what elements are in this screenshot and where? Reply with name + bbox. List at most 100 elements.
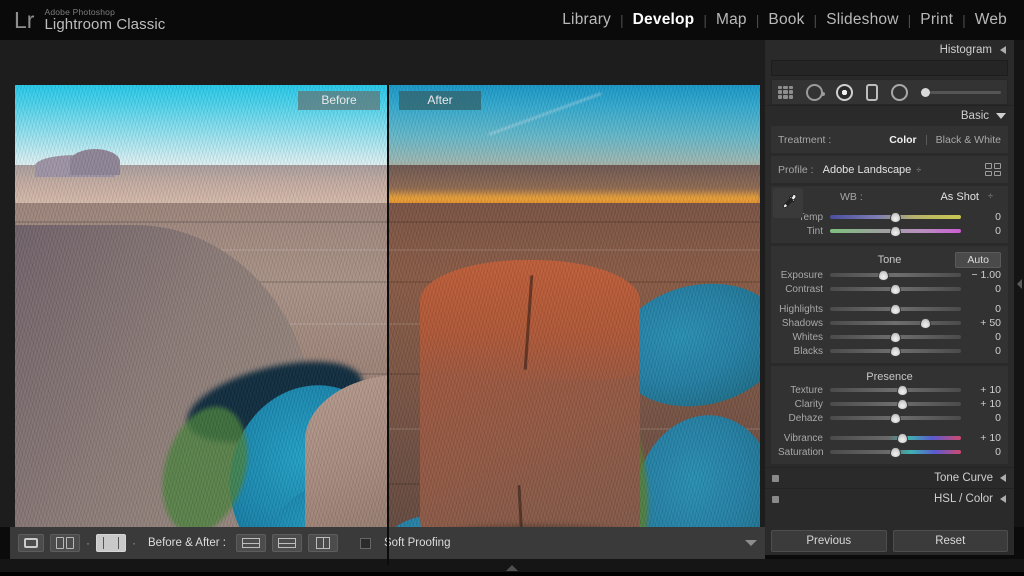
spot-removal-icon[interactable] [806, 84, 823, 101]
slider-value[interactable]: 0 [961, 331, 1001, 343]
previous-button[interactable]: Previous [771, 530, 887, 552]
panel-switch-icon[interactable] [772, 496, 779, 503]
slider-knob[interactable] [890, 413, 901, 424]
toolbar-dropdown-icon[interactable] [745, 540, 757, 546]
before-after-divider[interactable] [387, 85, 389, 565]
image-viewer[interactable]: Before After [0, 40, 765, 527]
profile-browser-icon[interactable] [985, 163, 1001, 176]
panel-switch-icon[interactable] [772, 475, 779, 482]
red-eye-icon[interactable] [836, 84, 853, 101]
slider-knob[interactable] [897, 399, 908, 410]
radial-filter-icon[interactable] [891, 84, 908, 101]
slider-texture[interactable]: Texture + 10 [778, 383, 1001, 397]
slider-value[interactable]: − 1.00 [961, 269, 1001, 281]
module-web[interactable]: Web [966, 11, 1016, 29]
slider-vibrance[interactable]: Vibrance + 10 [778, 431, 1001, 445]
slider-knob[interactable] [878, 270, 889, 281]
slider-knob[interactable] [890, 284, 901, 295]
slider-dehaze[interactable]: Dehaze 0 [778, 411, 1001, 425]
slider-track[interactable] [830, 399, 961, 410]
module-print[interactable]: Print [911, 11, 962, 29]
slider-whites[interactable]: Whites 0 [778, 330, 1001, 344]
slider-value[interactable]: 0 [961, 345, 1001, 357]
slider-tint[interactable]: Tint 0 [778, 224, 1001, 238]
slider-value[interactable]: + 10 [961, 384, 1001, 396]
slider-track[interactable] [830, 332, 961, 343]
white-balance-value[interactable]: As Shot [940, 191, 979, 203]
module-map[interactable]: Map [707, 11, 756, 29]
chevron-down-icon[interactable] [996, 113, 1006, 119]
treatment-option-color[interactable]: Color [889, 134, 916, 146]
right-panel-toggle[interactable] [1014, 40, 1024, 527]
slider-track[interactable] [830, 433, 961, 444]
slider-track[interactable] [830, 284, 961, 295]
reset-button[interactable]: Reset [893, 530, 1009, 552]
slider-knob[interactable] [897, 385, 908, 396]
slider-value[interactable]: 0 [961, 303, 1001, 315]
before-after-top-bottom-icon[interactable] [308, 534, 338, 552]
auto-tone-button[interactable]: Auto [955, 252, 1001, 268]
slider-value[interactable]: 0 [961, 211, 1001, 223]
histogram-graph[interactable] [771, 60, 1008, 76]
compare-dropdown-icon[interactable]: · [86, 536, 90, 550]
slider-knob[interactable] [890, 346, 901, 357]
slider-track[interactable] [830, 318, 961, 329]
slider-value[interactable]: 0 [961, 283, 1001, 295]
graduated-filter-icon[interactable] [866, 84, 878, 101]
slider-knob[interactable] [897, 433, 908, 444]
slider-knob[interactable] [890, 447, 901, 458]
module-library[interactable]: Library [553, 11, 620, 29]
slider-clarity[interactable]: Clarity + 10 [778, 397, 1001, 411]
before-after-left-right-icon[interactable] [236, 534, 266, 552]
white-balance-dropdown-icon[interactable]: ÷ [988, 191, 993, 201]
before-after-split-icon[interactable] [272, 534, 302, 552]
slider-shadows[interactable]: Shadows + 50 [778, 316, 1001, 330]
slider-knob[interactable] [890, 332, 901, 343]
basic-header[interactable]: Basic [765, 105, 1014, 126]
slider-value[interactable]: 0 [961, 446, 1001, 458]
chevron-left-icon[interactable] [1000, 474, 1006, 482]
slider-exposure[interactable]: Exposure − 1.00 [778, 268, 1001, 282]
survey-view-icon[interactable] [96, 534, 126, 552]
profile-dropdown-icon[interactable]: ÷ [916, 165, 921, 175]
slider-track[interactable] [830, 270, 961, 281]
slider-knob[interactable] [890, 304, 901, 315]
slider-knob[interactable] [920, 318, 931, 329]
slider-knob[interactable] [890, 212, 901, 223]
chevron-left-icon[interactable] [1000, 46, 1006, 54]
adjustment-brush-icon[interactable] [921, 88, 1001, 97]
treatment-option-black-and-white[interactable]: Black & White [936, 134, 1001, 146]
profile-value[interactable]: Adobe Landscape [823, 164, 912, 176]
slider-blacks[interactable]: Blacks 0 [778, 344, 1001, 358]
slider-value[interactable]: 0 [961, 225, 1001, 237]
survey-dropdown-icon[interactable]: · [132, 536, 136, 550]
slider-value[interactable]: + 50 [961, 317, 1001, 329]
compare-view-icon[interactable] [50, 534, 80, 552]
module-book[interactable]: Book [759, 11, 813, 29]
slider-temp[interactable]: Temp 0 [778, 210, 1001, 224]
before-after-photo[interactable]: Before After [15, 85, 760, 565]
module-slideshow[interactable]: Slideshow [817, 11, 907, 29]
slider-knob[interactable] [890, 226, 901, 237]
chevron-left-icon[interactable] [1000, 495, 1006, 503]
module-develop[interactable]: Develop [624, 11, 704, 29]
soft-proofing-checkbox[interactable] [360, 538, 371, 549]
slider-track[interactable] [830, 212, 961, 223]
slider-track[interactable] [830, 226, 961, 237]
brush-size-track[interactable] [930, 91, 1001, 94]
slider-value[interactable]: + 10 [961, 432, 1001, 444]
brush-size-knob[interactable] [921, 88, 930, 97]
slider-track[interactable] [830, 304, 961, 315]
slider-contrast[interactable]: Contrast 0 [778, 282, 1001, 296]
slider-value[interactable]: 0 [961, 412, 1001, 424]
slider-track[interactable] [830, 447, 961, 458]
crop-overlay-icon[interactable] [778, 86, 793, 99]
slider-track[interactable] [830, 385, 961, 396]
slider-track[interactable] [830, 413, 961, 424]
hsl-color-header[interactable]: HSL / Color [765, 488, 1014, 509]
slider-value[interactable]: + 10 [961, 398, 1001, 410]
slider-saturation[interactable]: Saturation 0 [778, 445, 1001, 459]
slider-highlights[interactable]: Highlights 0 [778, 302, 1001, 316]
loupe-view-icon[interactable] [18, 534, 44, 552]
histogram-header[interactable]: Histogram [765, 40, 1014, 60]
